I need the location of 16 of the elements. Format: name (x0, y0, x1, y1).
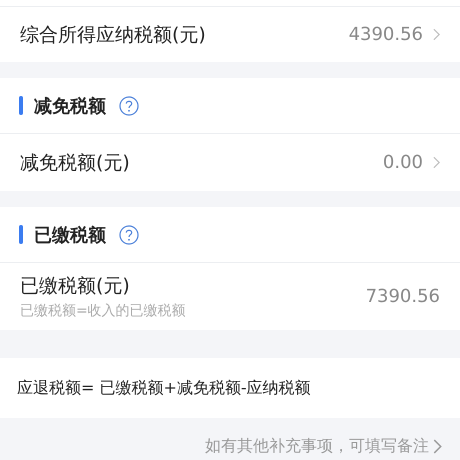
row-label: 减免税额(元) (20, 150, 130, 176)
row-value: 7390.56 (366, 286, 440, 307)
accent-bar (19, 225, 23, 244)
row-value: 4390.56 (348, 24, 423, 45)
section-title: 减免税额 (34, 94, 106, 118)
section-title: 已缴税额 (34, 224, 106, 246)
help-icon[interactable] (119, 224, 139, 244)
row-hint: 已缴税额=收入的已缴税额 (20, 302, 186, 320)
row-label: 已缴税额(元) (20, 274, 131, 299)
accent-bar (19, 96, 23, 115)
row-value: 0.00 (382, 152, 423, 173)
help-icon[interactable] (119, 96, 139, 116)
list-row[interactable]: 减免税额(元) 0.00 (0, 133, 460, 191)
list-row[interactable]: 已缴税额(元) 已缴税额=收入的已缴税额 7390.56 (0, 262, 460, 330)
row-label: 综合所得应纳税额(元) (20, 22, 206, 48)
formula-text: 应退税额= 已缴税额+减免税额-应纳税额 (17, 378, 311, 398)
